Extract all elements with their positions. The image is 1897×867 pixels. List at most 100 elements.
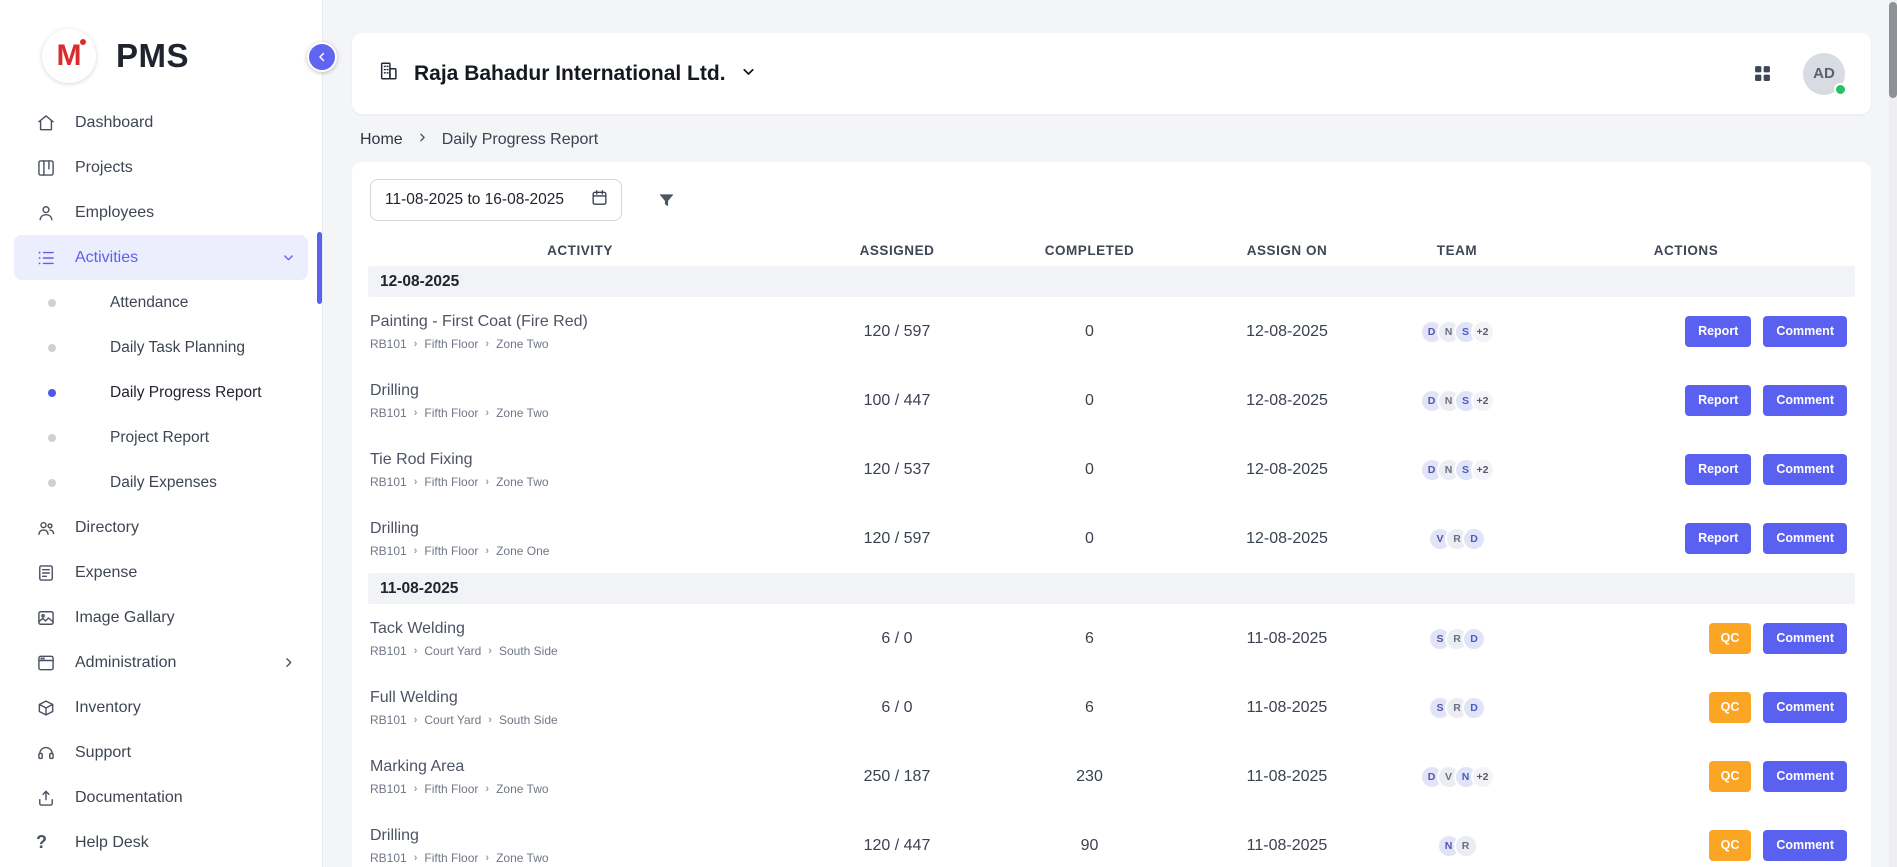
table-row: Painting - First Coat (Fire Red) RB101› …	[368, 297, 1855, 366]
assign-on-date: 11-08-2025	[1177, 768, 1397, 786]
assign-on-date: 12-08-2025	[1177, 323, 1397, 341]
qc-button[interactable]: QC	[1709, 761, 1752, 792]
team-avatars: D N S +2	[1397, 320, 1517, 344]
sidebar-item-inventory[interactable]: Inventory	[14, 685, 308, 730]
sidebar-item-documentation[interactable]: Documentation	[14, 775, 308, 820]
sidebar-item-administration[interactable]: Administration	[14, 640, 308, 685]
column-header: TEAM	[1397, 243, 1517, 258]
filter-icon[interactable]	[656, 190, 677, 211]
comment-button[interactable]: Comment	[1763, 692, 1847, 723]
team-avatar[interactable]: D	[1462, 696, 1486, 720]
activity-title: Drilling	[370, 382, 792, 400]
company-selector[interactable]: Raja Bahadur International Ltd.	[378, 60, 757, 87]
chevron-right-icon: ›	[485, 545, 489, 557]
path-zone: Zone One	[496, 544, 549, 558]
comment-button[interactable]: Comment	[1763, 761, 1847, 792]
report-button[interactable]: Report	[1685, 454, 1751, 485]
breadcrumb-home[interactable]: Home	[360, 131, 403, 149]
bullet-icon	[48, 389, 56, 397]
activity-title: Drilling	[370, 520, 792, 538]
chevron-right-icon: ›	[488, 645, 492, 657]
sidebar-collapse-button[interactable]	[307, 42, 337, 72]
report-button[interactable]: Report	[1685, 316, 1751, 347]
breadcrumb-current: Daily Progress Report	[442, 131, 599, 149]
sidebar-item-label: Project Report	[110, 429, 209, 447]
sidebar-item-support[interactable]: Support	[14, 730, 308, 775]
assigned-value: 250 / 187	[792, 768, 1002, 786]
qc-button[interactable]: QC	[1709, 830, 1752, 861]
comment-button[interactable]: Comment	[1763, 523, 1847, 554]
chevron-right-icon: ›	[414, 852, 418, 864]
image-icon	[36, 608, 56, 628]
sidebar-item-image-gallery[interactable]: Image Gallary	[14, 595, 308, 640]
assign-on-date: 12-08-2025	[1177, 530, 1397, 548]
team-avatar-more[interactable]: +2	[1471, 765, 1495, 789]
path-area: Fifth Floor	[424, 406, 478, 420]
path-zone: Zone Two	[496, 851, 548, 865]
sidebar-item-project-report[interactable]: Project Report	[14, 415, 308, 460]
sidebar-item-dashboard[interactable]: Dashboard	[14, 100, 308, 145]
comment-button[interactable]: Comment	[1763, 316, 1847, 347]
team-avatar-more[interactable]: +2	[1471, 320, 1495, 344]
comment-button[interactable]: Comment	[1763, 623, 1847, 654]
sidebar-item-daily-task-planning[interactable]: Daily Task Planning	[14, 325, 308, 370]
chevron-right-icon	[416, 131, 429, 149]
sidebar-item-help-desk[interactable]: ? Help Desk	[14, 820, 308, 865]
bullet-icon	[48, 344, 56, 352]
path-site: RB101	[370, 544, 407, 558]
sidebar-item-attendance[interactable]: Attendance	[14, 280, 308, 325]
team-avatar-more[interactable]: +2	[1471, 389, 1495, 413]
comment-button[interactable]: Comment	[1763, 830, 1847, 861]
user-avatar[interactable]: AD	[1803, 53, 1845, 95]
chevron-right-icon: ›	[414, 645, 418, 657]
team-avatar[interactable]: D	[1462, 527, 1486, 551]
chevron-right-icon: ›	[485, 852, 489, 864]
breadcrumb: Home Daily Progress Report	[360, 131, 1871, 149]
completed-value: 6	[1002, 630, 1177, 648]
team-avatar-more[interactable]: +2	[1471, 458, 1495, 482]
activity-path: RB101› Fifth Floor› Zone Two	[370, 782, 792, 796]
activity-path: RB101› Court Yard› South Side	[370, 644, 792, 658]
table-row: Drilling RB101› Fifth Floor› Zone Two 10…	[368, 366, 1855, 435]
sidebar-item-label: Employees	[75, 204, 154, 222]
home-icon	[36, 113, 56, 133]
sidebar-item-daily-expenses[interactable]: Daily Expenses	[14, 460, 308, 505]
scrollbar-thumb[interactable]	[1889, 2, 1897, 98]
content-card: 11-08-2025 to 16-08-2025 ACTIVITY ASSIGN…	[352, 162, 1871, 867]
chevron-right-icon: ›	[414, 714, 418, 726]
report-button[interactable]: Report	[1685, 385, 1751, 416]
sidebar-item-expense[interactable]: Expense	[14, 550, 308, 595]
sidebar-item-directory[interactable]: Directory	[14, 505, 308, 550]
chevron-right-icon: ›	[414, 407, 418, 419]
chevron-right-icon: ›	[414, 783, 418, 795]
comment-button[interactable]: Comment	[1763, 385, 1847, 416]
sidebar-item-daily-progress-report[interactable]: Daily Progress Report	[14, 370, 308, 415]
sidebar-item-activities[interactable]: Activities	[14, 235, 308, 280]
apps-grid-icon[interactable]	[1752, 63, 1773, 84]
team-avatar[interactable]: D	[1462, 627, 1486, 651]
activity-title: Drilling	[370, 827, 792, 845]
path-area: Fifth Floor	[424, 337, 478, 351]
qc-button[interactable]: QC	[1709, 623, 1752, 654]
sidebar-item-projects[interactable]: Projects	[14, 145, 308, 190]
scrollbar[interactable]	[1889, 0, 1897, 867]
sidebar-item-label: Help Desk	[75, 834, 149, 852]
report-button[interactable]: Report	[1685, 523, 1751, 554]
activity-title: Painting - First Coat (Fire Red)	[370, 313, 792, 331]
team-avatar[interactable]: R	[1454, 834, 1478, 858]
chevron-right-icon	[281, 655, 296, 670]
path-zone: Zone Two	[496, 782, 548, 796]
sidebar-item-label: Projects	[75, 159, 133, 177]
chevron-right-icon: ›	[485, 476, 489, 488]
assigned-value: 120 / 537	[792, 461, 1002, 479]
table-row: Full Welding RB101› Court Yard› South Si…	[368, 673, 1855, 742]
export-icon	[36, 788, 56, 808]
avatar-initials: AD	[1813, 65, 1835, 82]
sidebar-item-employees[interactable]: Employees	[14, 190, 308, 235]
path-zone: Zone Two	[496, 337, 548, 351]
comment-button[interactable]: Comment	[1763, 454, 1847, 485]
sidebar-scroll-indicator	[317, 232, 322, 304]
sidebar-item-label: Activities	[75, 249, 138, 267]
qc-button[interactable]: QC	[1709, 692, 1752, 723]
date-range-input[interactable]: 11-08-2025 to 16-08-2025	[370, 179, 622, 221]
